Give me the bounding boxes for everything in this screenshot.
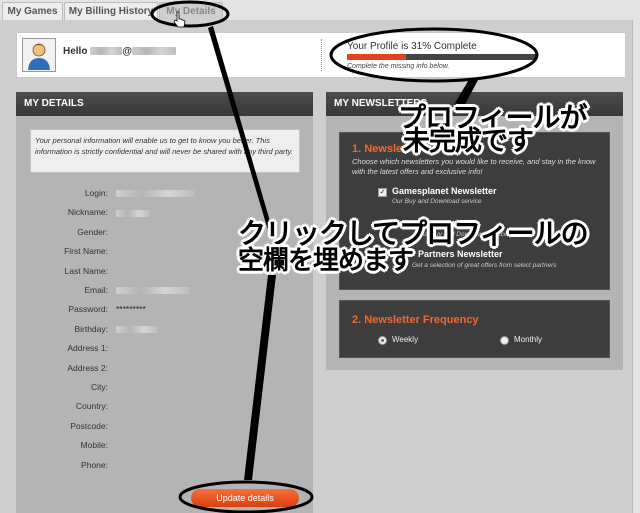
greeting: Hello @ <box>63 46 176 57</box>
field-label: Birthday: <box>74 323 108 334</box>
field-value <box>116 205 150 219</box>
details-field-row: Postcode: <box>16 419 313 433</box>
frequency-weekly-radio[interactable] <box>378 336 387 345</box>
field-label: Nickname: <box>67 207 108 218</box>
profile-progress-bar <box>347 54 537 60</box>
details-field-row: Login: <box>16 186 313 200</box>
profile-progress-fill <box>347 54 406 60</box>
frequency-title: 2. Newsletter Frequency <box>352 314 479 326</box>
annotation-click-line2: 空欄を埋めます <box>238 246 414 276</box>
field-label: Last Name: <box>64 265 108 276</box>
avatar <box>22 38 56 72</box>
redacted-value <box>116 190 194 198</box>
redacted-value <box>116 287 190 295</box>
details-field-row: Email: <box>16 283 313 297</box>
newsletter-item-name: Gamesplanet Newsletter <box>392 186 497 196</box>
details-field-row: City: <box>16 380 313 394</box>
details-field-row: Mobile: <box>16 438 313 452</box>
field-label: Address 2: <box>67 362 108 373</box>
redacted-value <box>116 209 150 217</box>
newsletter-item-sub: Get a selection of great offers from sel… <box>412 262 557 269</box>
update-details-button[interactable]: Update details <box>191 489 299 507</box>
field-value <box>116 283 190 297</box>
profile-status: Your Profile is 31% Complete <box>347 41 477 52</box>
user-avatar-icon <box>28 43 50 70</box>
field-label: Login: <box>84 188 108 198</box>
field-label: Mobile: <box>80 440 108 451</box>
newsletter-frequency-section: 2. Newsletter Frequency Weekly Monthly <box>339 300 610 358</box>
tab-my-games[interactable]: My Games <box>2 2 63 20</box>
field-value <box>116 186 194 200</box>
user-profile-bar: Hello @ Your Profile is 31% Complete Com… <box>16 32 626 78</box>
field-label: First Name: <box>64 246 108 257</box>
newsletter-item-sub: Our Buy and Download service <box>392 198 482 205</box>
details-field-row: Address 2: <box>16 361 313 375</box>
greeting-text: Hello <box>63 46 88 57</box>
gamesplanet-newsletter-checkbox[interactable]: ✓ <box>378 188 387 197</box>
field-label: Address 1: <box>67 343 108 354</box>
field-label: Postcode: <box>70 420 108 431</box>
privacy-info: Your personal information will enable us… <box>30 129 300 173</box>
field-label: Country: <box>75 401 108 412</box>
field-label: Gender: <box>77 226 108 237</box>
at-sign: @ <box>122 46 132 57</box>
details-field-row: Password: ********* <box>16 302 313 316</box>
details-field-row: Phone: <box>16 458 313 472</box>
my-details-title: MY DETAILS <box>16 92 313 116</box>
redacted-username <box>90 47 123 56</box>
my-details-panel: MY DETAILS Your personal information wil… <box>16 92 313 513</box>
frequency-monthly-label: Monthly <box>514 335 543 344</box>
redacted-domain <box>132 47 176 56</box>
frequency-monthly-radio[interactable] <box>500 336 509 345</box>
details-field-row: Country: <box>16 399 313 413</box>
tab-bar: My Games My Billing History My Details <box>0 0 640 20</box>
newsletter-section-desc: Choose which newsletters you would like … <box>352 157 596 176</box>
field-value: ********* <box>116 304 146 315</box>
tab-my-billing-history[interactable]: My Billing History <box>64 2 158 20</box>
field-label: Phone: <box>81 459 108 470</box>
redacted-value <box>116 326 158 334</box>
field-value <box>116 322 158 336</box>
details-field-row: Address 1: <box>16 341 313 355</box>
frequency-weekly-label: Weekly <box>392 335 419 344</box>
tab-my-details[interactable]: My Details <box>159 2 223 20</box>
details-field-row: Birthday: <box>16 322 313 336</box>
field-label: Password: <box>68 304 108 315</box>
divider <box>321 39 322 71</box>
field-label: Email: <box>84 285 108 295</box>
profile-hint: Complete the missing info below. <box>347 63 450 70</box>
annotation-incomplete-line2: 未完成です <box>403 126 534 157</box>
field-label: City: <box>91 382 108 392</box>
